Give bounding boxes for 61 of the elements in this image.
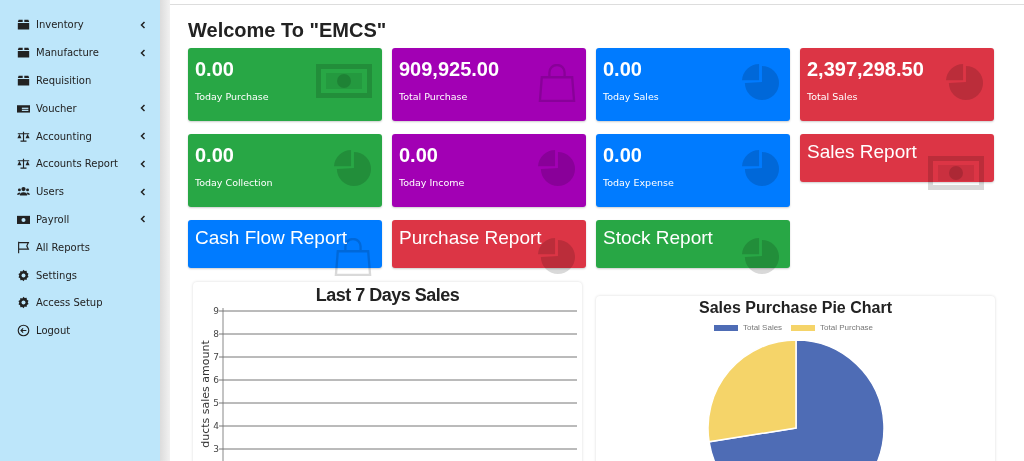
banknote-icon xyxy=(928,156,984,190)
shopping-bag-icon xyxy=(538,64,576,102)
legend-label: Total Sales xyxy=(742,323,783,332)
legend-label: Total Purchase xyxy=(820,323,874,332)
stat-value: 0.00 xyxy=(195,143,234,167)
axis-title: ducts sales amount xyxy=(199,340,212,448)
page-heading: Welcome To "EMCS" xyxy=(188,18,388,42)
sidebar-item[interactable]: Inventory xyxy=(0,11,160,39)
stat-label: Today Expense xyxy=(603,177,674,188)
stat-value: 0.00 xyxy=(399,143,438,167)
box-icon xyxy=(17,74,30,87)
chart-title: Sales Purchase Pie Chart xyxy=(698,299,893,317)
logout-icon xyxy=(17,324,30,338)
stat-label: Today Sales xyxy=(603,91,659,102)
tick-label: 7 xyxy=(213,352,219,362)
tick-label: 6 xyxy=(213,375,219,385)
stat-label: Total Purchase xyxy=(399,91,468,102)
tick-label: 9 xyxy=(213,306,219,316)
pie-chart-icon xyxy=(742,238,780,276)
settings-icon xyxy=(17,296,30,310)
settings-icon xyxy=(17,268,30,282)
sidebar-item[interactable]: Accounting xyxy=(0,122,160,150)
report-link[interactable]: Sales Report xyxy=(800,134,994,182)
stat-value: 0.00 xyxy=(603,57,642,81)
sidebar-item[interactable]: Access Setup xyxy=(0,288,160,317)
tick-label: 3 xyxy=(213,444,219,454)
stat-label: Today Purchase xyxy=(195,91,269,102)
chart-title: Last 7 Days Sales xyxy=(314,284,461,306)
sidebar-item[interactable]: All Reports xyxy=(0,233,160,262)
pie-chart-icon xyxy=(334,150,372,188)
stat-label: Today Income xyxy=(399,177,465,188)
report-link[interactable]: Purchase Report xyxy=(392,220,586,268)
tick-label: 4 xyxy=(213,421,219,431)
flag-icon xyxy=(17,240,30,254)
stat-label: Today Collection xyxy=(195,177,273,188)
stat-value: 0.00 xyxy=(603,143,642,167)
stat-label: Total Sales xyxy=(807,91,858,102)
sidebar-item[interactable]: Users xyxy=(0,177,160,206)
users-icon xyxy=(17,185,30,199)
pie-chart-icon xyxy=(742,64,780,102)
report-link[interactable]: Cash Flow Report xyxy=(188,220,382,268)
sidebar-item[interactable]: Requisition xyxy=(0,66,160,95)
sidebar-item[interactable]: Logout xyxy=(0,316,160,345)
stat-value: 0.00 xyxy=(195,57,234,81)
sidebar-item[interactable]: Accounts Report xyxy=(0,150,160,178)
box-icon xyxy=(17,46,30,60)
sidebar-item[interactable]: Manufacture xyxy=(0,38,160,67)
sidebar-item[interactable]: Payroll xyxy=(0,205,160,234)
scale-icon xyxy=(17,129,30,143)
pie-chart-icon xyxy=(538,150,576,188)
pie-chart-icon xyxy=(946,64,984,102)
scale-icon xyxy=(17,157,30,171)
stat-value: 2,397,298.50 xyxy=(807,57,924,81)
sidebar-item[interactable]: Voucher xyxy=(0,94,160,123)
tick-label: 5 xyxy=(213,398,219,408)
box-icon xyxy=(17,18,30,32)
pie-chart-icon xyxy=(742,150,780,188)
stat-value: 909,925.00 xyxy=(399,57,500,81)
sidebar-item[interactable]: Settings xyxy=(0,261,160,289)
banknote-icon xyxy=(316,64,372,98)
tick-label: 8 xyxy=(213,329,219,339)
